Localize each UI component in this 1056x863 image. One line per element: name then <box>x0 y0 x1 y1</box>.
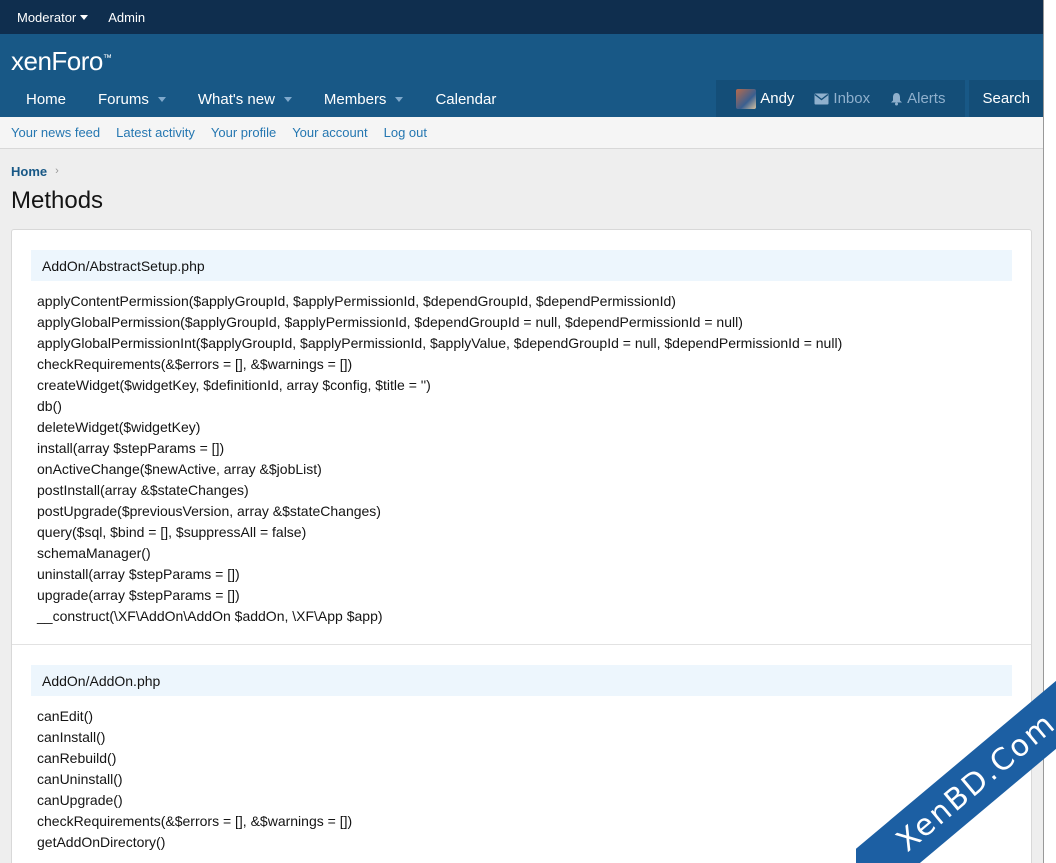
method-item[interactable]: postUpgrade($previousVersion, array &$st… <box>31 501 1012 522</box>
subnav-your-account[interactable]: Your account <box>292 125 367 140</box>
method-item[interactable]: uninstall(array $stepParams = []) <box>31 564 1012 585</box>
nav-tab-label: What's new <box>197 90 275 108</box>
user-nav-group: Andy Inbox Alerts <box>716 80 966 117</box>
logo-text: xenForo <box>11 46 103 76</box>
nav-tab-label: Home <box>26 90 67 108</box>
watermark-banner: XenBD.Com <box>856 663 1056 863</box>
watermark-container: XenBD.Com <box>856 663 1056 863</box>
method-item[interactable]: applyGlobalPermission($applyGroupId, $ap… <box>31 312 1012 333</box>
logo-trademark: ™ <box>102 52 112 63</box>
chevron-down-icon <box>80 14 89 20</box>
site-header: xenForo™ Home Forums What's new Members … <box>0 34 1043 117</box>
nav-tab-members[interactable]: Members <box>308 81 420 117</box>
subnav-log-out[interactable]: Log out <box>384 125 427 140</box>
chevron-down-icon[interactable] <box>283 96 292 102</box>
inbox-label: Inbox <box>833 90 871 107</box>
sub-nav: Your news feed Latest activity Your prof… <box>0 117 1043 149</box>
nav-tab-label: Forums <box>98 90 149 108</box>
method-item[interactable]: schemaManager() <box>31 543 1012 564</box>
nav-tab-label: Members <box>323 90 387 108</box>
chevron-down-icon[interactable] <box>395 96 404 102</box>
method-list: applyContentPermission($applyGroupId, $a… <box>31 291 1012 627</box>
file-header: AddOn/AbstractSetup.php <box>31 250 1012 281</box>
breadcrumb-separator: › <box>55 165 59 177</box>
subnav-news-feed[interactable]: Your news feed <box>11 125 100 140</box>
method-item[interactable]: db() <box>31 396 1012 417</box>
method-item[interactable]: postInstall(array &$stateChanges) <box>31 480 1012 501</box>
staff-bar: Moderator Admin <box>0 0 1043 34</box>
file-section: AddOn/AbstractSetup.php applyContentPerm… <box>12 230 1031 645</box>
page-title: Methods <box>11 187 104 214</box>
method-item[interactable]: createWidget($widgetKey, $definitionId, … <box>31 375 1012 396</box>
method-item[interactable]: applyGlobalPermissionInt($applyGroupId, … <box>31 333 1012 354</box>
main-nav: Home Forums What's new Members Calendar <box>10 81 512 117</box>
envelope-icon <box>814 93 829 105</box>
method-item[interactable]: query($sql, $bind = [], $suppressAll = f… <box>31 522 1012 543</box>
nav-tab-label: Calendar <box>435 90 497 108</box>
nav-tab-calendar[interactable]: Calendar <box>419 81 512 117</box>
method-item[interactable]: onActiveChange($newActive, array &$jobLi… <box>31 459 1012 480</box>
moderator-label: Moderator <box>17 9 77 25</box>
subnav-your-profile[interactable]: Your profile <box>211 125 276 140</box>
search-label: Search <box>982 90 1030 107</box>
site-logo[interactable]: xenForo™ <box>11 46 112 77</box>
nav-tab-forums[interactable]: Forums <box>82 81 182 117</box>
breadcrumb-home[interactable]: Home <box>11 164 47 179</box>
search-button[interactable]: Search <box>969 80 1043 117</box>
alerts-link[interactable]: Alerts <box>890 90 945 107</box>
inbox-link[interactable]: Inbox <box>814 90 870 107</box>
moderator-menu[interactable]: Moderator <box>17 9 89 25</box>
method-item[interactable]: upgrade(array $stepParams = []) <box>31 585 1012 606</box>
bell-icon <box>890 92 903 106</box>
nav-tab-whats-new[interactable]: What's new <box>182 81 308 117</box>
method-item[interactable]: checkRequirements(&$errors = [], &$warni… <box>31 354 1012 375</box>
user-account-link[interactable]: Andy <box>736 88 795 109</box>
method-item[interactable]: install(array $stepParams = []) <box>31 438 1012 459</box>
username: Andy <box>760 90 795 107</box>
method-item[interactable]: __construct(\XF\AddOn\AddOn $addOn, \XF\… <box>31 606 1012 627</box>
alerts-label: Alerts <box>907 90 946 107</box>
admin-link[interactable]: Admin <box>108 10 145 25</box>
avatar <box>736 88 757 109</box>
breadcrumb: Home › <box>0 149 1043 180</box>
chevron-down-icon[interactable] <box>157 96 166 102</box>
nav-tab-home[interactable]: Home <box>10 81 82 117</box>
subnav-latest-activity[interactable]: Latest activity <box>116 125 195 140</box>
method-item[interactable]: applyContentPermission($applyGroupId, $a… <box>31 291 1012 312</box>
user-nav: Andy Inbox Alerts Search <box>716 80 1043 117</box>
method-item[interactable]: deleteWidget($widgetKey) <box>31 417 1012 438</box>
